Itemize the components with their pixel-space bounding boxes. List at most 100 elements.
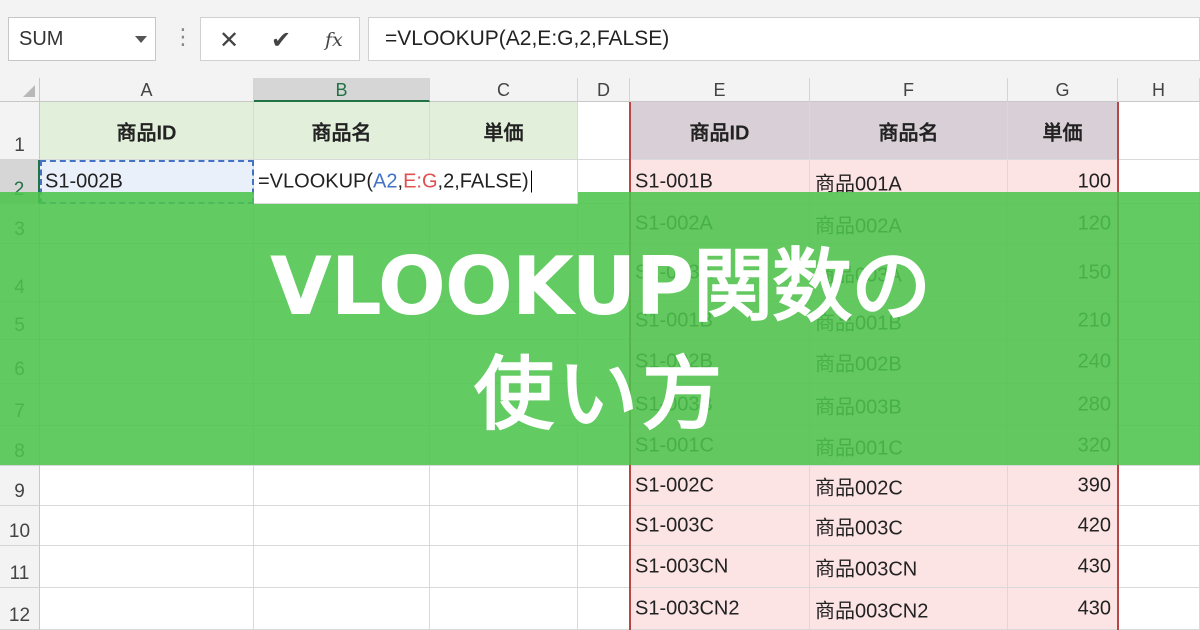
cell-text: 100 [1077,170,1111,192]
column-header-e[interactable]: E [630,78,810,102]
cell-b11[interactable] [254,546,430,588]
row-number: 11 [9,563,30,584]
cell-text: 商品003C [815,517,903,539]
table-cell[interactable]: S1-003CN [630,546,810,588]
column-header-h[interactable]: H [1118,78,1200,102]
formula-buttons: ✕ ✔ fx [200,17,360,61]
formula-cell-text: =VLOOKUP(A2,E:G,2,FALSE) [258,170,532,193]
row-header-9[interactable]: 9 [0,466,40,506]
row-header-1[interactable]: 1 [0,102,40,160]
table-cell[interactable]: 商品003CN [810,546,1008,588]
table-cell[interactable]: 商品003CN2 [810,588,1008,630]
cell-text: 商品名 [878,122,939,144]
column-header-a[interactable]: A [40,78,254,102]
column-header-f[interactable]: F [810,78,1008,102]
cell-b10[interactable] [254,506,430,546]
cell-text: 商品003CN2 [815,600,929,622]
cell-c10[interactable] [430,506,578,546]
column-header-c[interactable]: C [430,78,578,102]
cell-d11[interactable] [578,546,630,588]
table-header-2[interactable]: 商品名 [810,102,1008,160]
formula-bar: SUM ⋮ ✕ ✔ fx =VLOOKUP(A2,E:G,2,FALSE) [0,0,1200,79]
lookup-header-2[interactable]: 商品名 [254,102,430,160]
table-cell[interactable]: 420 [1008,506,1118,546]
title-banner: VLOOKUP関数の 使い方 [0,192,1200,465]
cell-d1[interactable] [578,102,630,160]
banner-title-line2: 使い方 [474,348,726,441]
banner-title-line1: VLOOKUP関数の [269,240,931,333]
table-header-1[interactable]: 商品ID [630,102,810,160]
row-header-11[interactable]: 11 [0,546,40,588]
lookup-header-3[interactable]: 単価 [430,102,578,160]
cell-a11[interactable] [40,546,254,588]
cell-c11[interactable] [430,546,578,588]
cell-h1[interactable] [1118,102,1200,160]
cell-text: S1-003CN2 [635,597,740,619]
formula-part-suffix: ,2,FALSE) [437,170,529,192]
cell-h12[interactable] [1118,588,1200,630]
formula-text: =VLOOKUP(A2,E:G,2,FALSE) [385,27,670,50]
table-cell[interactable]: S1-002C [630,466,810,506]
column-header-b[interactable]: B [254,78,430,102]
cell-c12[interactable] [430,588,578,630]
cell-text: 商品ID [116,122,177,144]
cell-text: 430 [1077,555,1111,577]
insert-function-icon[interactable]: fx [325,29,343,51]
row-header-12[interactable]: 12 [0,588,40,630]
lookup-header-1[interactable]: 商品ID [40,102,254,160]
table-header-3[interactable]: 単価 [1008,102,1118,160]
table-cell[interactable]: S1-003CN2 [630,588,810,630]
cell-a12[interactable] [40,588,254,630]
select-all-corner[interactable] [0,78,40,102]
enter-check-icon[interactable]: ✔ [271,26,291,55]
cell-h10[interactable] [1118,506,1200,546]
cell-text: 390 [1077,474,1111,496]
cancel-icon[interactable]: ✕ [219,26,239,55]
formula-part-ref1: A2 [373,170,398,192]
row-number: 1 [14,135,25,156]
formula-part-prefix: =VLOOKUP( [258,170,374,192]
cell-a10[interactable] [40,506,254,546]
column-header-g[interactable]: G [1008,78,1118,102]
table-cell[interactable]: 商品003C [810,506,1008,546]
cell-b12[interactable] [254,588,430,630]
cell-text: S1-002B [45,170,123,192]
cell-a9[interactable] [40,466,254,506]
table-cell[interactable]: 430 [1008,546,1118,588]
cell-text: 商品ID [689,122,750,144]
row-number: 12 [8,605,31,626]
cell-text: 商品002C [815,477,903,499]
name-box[interactable]: SUM [8,17,156,61]
table-cell[interactable]: 商品002C [810,466,1008,506]
table-cell[interactable]: 430 [1008,588,1118,630]
cell-text: 単価 [483,122,524,144]
row-number: 9 [14,481,25,502]
cell-text: 商品名 [311,122,372,144]
table-cell[interactable]: 390 [1008,466,1118,506]
cell-d12[interactable] [578,588,630,630]
row-header-10[interactable]: 10 [0,506,40,546]
formula-part-ref2: E:G [403,170,438,192]
cell-text: S1-001B [635,170,713,192]
drag-handle-icon[interactable]: ⋮ [172,24,194,50]
cell-text: S1-002C [635,474,714,496]
name-box-value: SUM [19,28,64,50]
cell-text: 430 [1077,597,1111,619]
cell-d9[interactable] [578,466,630,506]
cell-b9[interactable] [254,466,430,506]
cell-text: S1-003C [635,514,714,536]
chevron-down-icon[interactable] [135,36,147,43]
cell-h9[interactable] [1118,466,1200,506]
select-all-triangle-icon [23,85,35,97]
cell-text: 商品003CN [815,558,918,580]
cell-c9[interactable] [430,466,578,506]
column-header-d[interactable]: D [578,78,630,102]
cell-text: 420 [1077,514,1111,536]
text-cursor [530,170,532,193]
cell-d10[interactable] [578,506,630,546]
formula-cell[interactable]: =VLOOKUP(A2,E:G,2,FALSE) [254,160,578,204]
formula-input[interactable]: =VLOOKUP(A2,E:G,2,FALSE) [368,17,1200,61]
table-cell[interactable]: S1-003C [630,506,810,546]
cell-h11[interactable] [1118,546,1200,588]
cell-text: 単価 [1042,122,1083,144]
